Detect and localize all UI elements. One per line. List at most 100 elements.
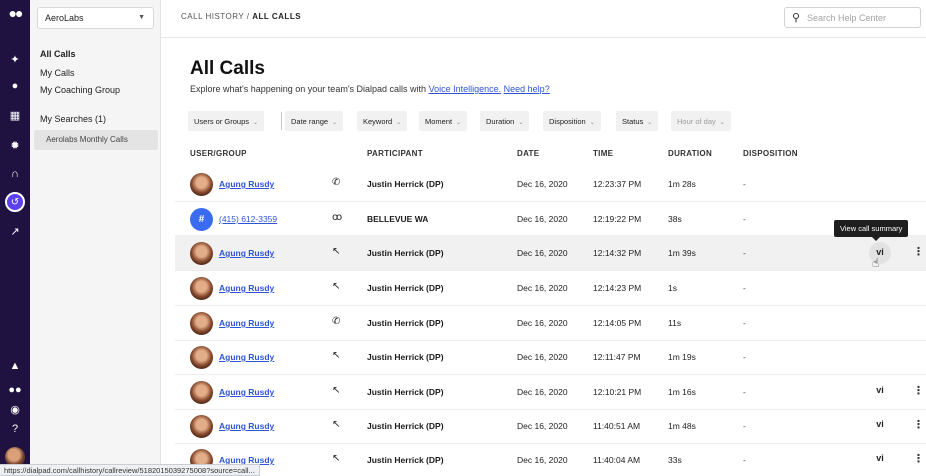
- filter-hour-of-day[interactable]: Hour of day ⌄: [671, 111, 731, 131]
- call-date: Dec 16, 2020: [517, 455, 568, 465]
- filter-keyword[interactable]: Keyword ⌄: [357, 111, 408, 131]
- voice-intelligence-link[interactable]: Voice Intelligence.: [429, 84, 502, 94]
- avatar: [190, 346, 213, 369]
- breadcrumb-current: ALL CALLS: [252, 12, 302, 21]
- call-time: 12:23:37 PM: [593, 179, 642, 189]
- call-date: Dec 16, 2020: [517, 283, 568, 293]
- user-link[interactable]: Agung Rusdy: [219, 179, 274, 189]
- column-header-date[interactable]: DATE: [517, 149, 539, 158]
- chevron-down-icon: ⌄: [589, 120, 595, 126]
- filter-duration[interactable]: Duration ⌄: [480, 111, 530, 131]
- breadcrumb: CALL HISTORY / ALL CALLS: [181, 12, 301, 21]
- hand-cursor-icon: ☝: [872, 256, 880, 270]
- call-time: 11:40:51 AM: [593, 421, 641, 431]
- headset-icon[interactable]: ∩: [0, 165, 30, 183]
- call-date: Dec 16, 2020: [517, 214, 568, 224]
- user-link[interactable]: Agung Rusdy: [219, 421, 274, 431]
- table-row[interactable]: Agung Rusdy ↖ Justin Herrick (DP) Dec 16…: [175, 408, 926, 444]
- call-disposition: -: [743, 352, 746, 362]
- more-options-icon[interactable]: ⋮: [913, 452, 924, 465]
- org-dropdown[interactable]: AeroLabs ▼: [37, 7, 154, 29]
- vi-summary-button[interactable]: vi: [869, 385, 891, 401]
- chevron-down-icon: ⌄: [647, 120, 653, 126]
- user-link[interactable]: Agung Rusdy: [219, 387, 274, 397]
- bell-icon[interactable]: ▲: [0, 357, 30, 375]
- user-link[interactable]: Agung Rusdy: [219, 352, 274, 362]
- user-link[interactable]: Agung Rusdy: [219, 318, 274, 328]
- subtitle-text: Explore what's happening on your team's …: [190, 84, 429, 94]
- table-row[interactable]: # (415) 612-3359 ꝏ BELLEVUE WA Dec 16, 2…: [175, 201, 926, 237]
- filter-disposition[interactable]: Disposition ⌄: [543, 111, 601, 131]
- filter-label: Disposition: [549, 117, 586, 126]
- column-header-disposition[interactable]: DISPOSITION: [743, 149, 798, 158]
- dialpad-small-icon[interactable]: ●●: [0, 381, 30, 399]
- column-header-duration[interactable]: DURATION: [668, 149, 712, 158]
- call-duration: 33s: [668, 455, 682, 465]
- user-link[interactable]: (415) 612-3359: [219, 214, 277, 224]
- icon-rail: ●● ✦ ● ▦ ✹ ∩ ↺ ↗ ▲ ●● ◉ ?: [0, 0, 30, 476]
- table-row[interactable]: Agung Rusdy ↖ Justin Herrick (DP) Dec 16…: [175, 270, 926, 306]
- user-circle-icon[interactable]: ◉: [0, 400, 30, 418]
- sparkle-icon[interactable]: ✦: [0, 50, 30, 68]
- saved-search-item[interactable]: Aerolabs Monthly Calls: [34, 130, 158, 150]
- more-options-icon[interactable]: ⋮: [913, 245, 924, 258]
- settings-icon[interactable]: ✹: [0, 136, 30, 154]
- more-options-icon[interactable]: ⋮: [913, 418, 924, 431]
- column-header-time[interactable]: TIME: [593, 149, 613, 158]
- table-row[interactable]: Agung Rusdy ↖ Justin Herrick (DP) Dec 16…: [175, 442, 926, 476]
- table-row[interactable]: Agung Rusdy ↖ Justin Herrick (DP) Dec 16…: [175, 339, 926, 375]
- person-icon[interactable]: ●: [0, 77, 30, 95]
- call-time: 12:11:47 PM: [593, 352, 641, 362]
- call-time: 12:14:23 PM: [593, 283, 642, 293]
- filter-date-range[interactable]: Date range ⌄: [285, 111, 344, 131]
- vi-summary-button[interactable]: vi: [869, 453, 891, 469]
- building-icon[interactable]: ▦: [0, 106, 30, 124]
- table-row[interactable]: Agung Rusdy ✆ Justin Herrick (DP) Dec 16…: [175, 166, 926, 202]
- call-duration: 1m 48s: [668, 421, 696, 431]
- participant-name: Justin Herrick (DP): [367, 248, 444, 258]
- analytics-icon[interactable]: ↗: [0, 222, 30, 240]
- sidebar-item-my-calls[interactable]: My Calls: [40, 68, 75, 78]
- search-input[interactable]: [807, 10, 915, 25]
- sidebar-item-all-calls[interactable]: All Calls: [40, 49, 76, 59]
- participant-name: Justin Herrick (DP): [367, 283, 444, 293]
- help-search[interactable]: ⚲: [784, 7, 921, 28]
- filter-users-groups[interactable]: Users or Groups ⌄: [188, 111, 265, 131]
- sidebar-item-my-searches[interactable]: My Searches (1): [40, 114, 106, 124]
- table-row[interactable]: Agung Rusdy ✆ Justin Herrick (DP) Dec 16…: [175, 305, 926, 341]
- chevron-down-icon: ⌄: [456, 120, 462, 126]
- more-options-icon[interactable]: ⋮: [913, 384, 924, 397]
- filter-label: Date range: [291, 117, 329, 126]
- call-duration: 38s: [668, 214, 682, 224]
- column-header-participant[interactable]: PARTICIPANT: [367, 149, 423, 158]
- top-bar: CALL HISTORY / ALL CALLS ⚲: [161, 0, 926, 38]
- secondary-sidebar: AeroLabs ▼ All Calls My Calls My Coachin…: [30, 0, 161, 476]
- column-header-user[interactable]: USER/GROUP: [190, 149, 247, 158]
- avatar: [190, 312, 213, 335]
- breadcrumb-parent[interactable]: CALL HISTORY /: [181, 12, 250, 21]
- vi-summary-button[interactable]: vi: [869, 419, 891, 435]
- avatar: [190, 381, 213, 404]
- help-icon[interactable]: ?: [0, 420, 30, 438]
- user-link[interactable]: Agung Rusdy: [219, 248, 274, 258]
- sidebar-item-coaching-group[interactable]: My Coaching Group: [40, 85, 120, 95]
- outbound-call-icon: ↖: [332, 281, 341, 292]
- user-link[interactable]: Agung Rusdy: [219, 283, 274, 293]
- table-row[interactable]: Agung Rusdy ↖ Justin Herrick (DP) Dec 16…: [175, 374, 926, 410]
- dialpad-logo-icon[interactable]: ●●: [0, 4, 30, 22]
- participant-name: Justin Herrick (DP): [367, 179, 444, 189]
- participant-name: Justin Herrick (DP): [367, 318, 444, 328]
- call-duration: 1m 16s: [668, 387, 696, 397]
- phone-call-icon: ✆: [332, 316, 341, 327]
- call-disposition: -: [743, 455, 746, 465]
- need-help-link[interactable]: Need help?: [504, 84, 550, 94]
- history-icon[interactable]: ↺: [0, 192, 30, 212]
- table-row[interactable]: Agung Rusdy ↖ Justin Herrick (DP) Dec 16…: [175, 235, 926, 271]
- call-time: 12:14:32 PM: [593, 248, 642, 258]
- call-duration: 1m 19s: [668, 352, 696, 362]
- call-disposition: -: [743, 248, 746, 258]
- filter-status[interactable]: Status ⌄: [616, 111, 659, 131]
- filter-moment[interactable]: Moment ⌄: [419, 111, 468, 131]
- call-time: 12:10:21 PM: [593, 387, 642, 397]
- call-date: Dec 16, 2020: [517, 352, 568, 362]
